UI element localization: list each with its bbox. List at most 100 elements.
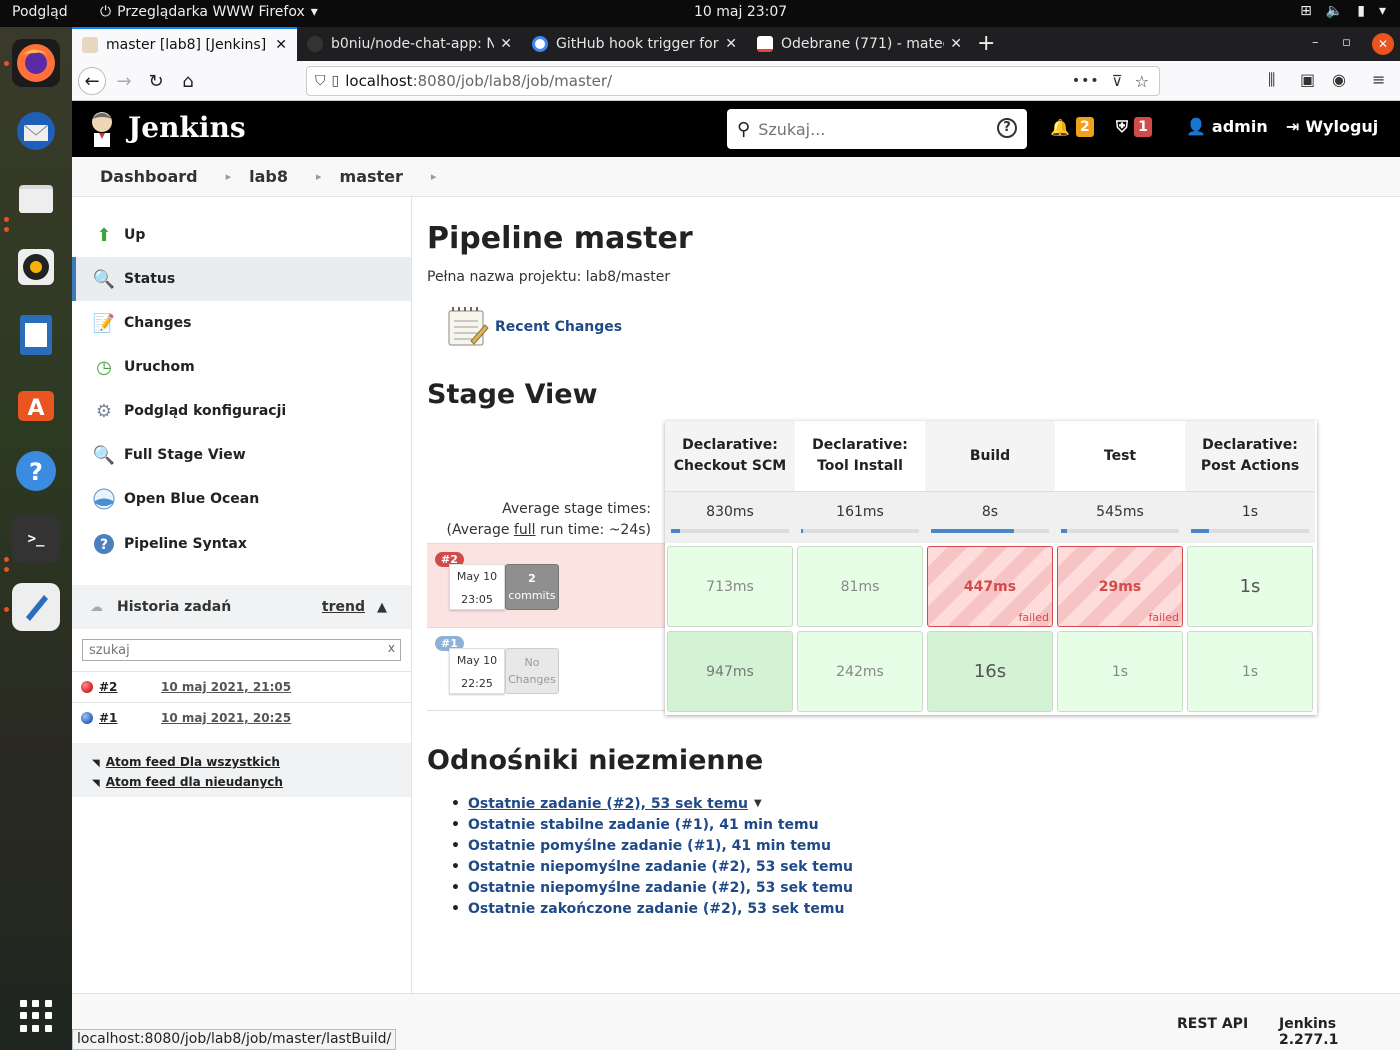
feed-all-link[interactable]: ◥ Atom feed Dla wszystkich <box>92 753 411 773</box>
new-tab-button[interactable]: + <box>977 31 995 56</box>
page-info-icon[interactable]: ▯ <box>332 73 340 89</box>
software-center-icon[interactable]: A <box>12 379 60 427</box>
permalink[interactable]: Ostatnie zadanie (#2), 53 sek temu <box>468 796 748 812</box>
text-editor-icon[interactable] <box>12 583 60 631</box>
app-menu[interactable]: ⏻ Przeglądarka WWW Firefox ▾ <box>100 4 318 20</box>
security-badge: 1 <box>1134 117 1153 137</box>
logout-button[interactable]: ⇥ Wyloguj <box>1286 117 1378 136</box>
close-icon[interactable]: ✕ <box>494 36 512 52</box>
pocket-icon[interactable]: ⊽ <box>1112 72 1123 90</box>
minimize-button[interactable]: – <box>1312 35 1319 50</box>
task-config[interactable]: ⚙ Podgląd konfiguracji <box>72 389 411 433</box>
run-row[interactable]: #2 May 10 23:05 2 commits <box>427 543 665 627</box>
system-clock[interactable]: 10 maj 23:07 <box>694 4 787 20</box>
search-input[interactable] <box>758 119 979 139</box>
breadcrumb-dashboard[interactable]: Dashboard <box>100 167 198 186</box>
chevron-right-icon[interactable]: ▸ <box>316 170 322 183</box>
thunderbird-icon[interactable] <box>12 107 60 155</box>
task-status[interactable]: 🔍 Status <box>72 257 411 301</box>
user-menu[interactable]: 👤 admin <box>1186 117 1268 136</box>
system-tray[interactable]: ⊞ 🔈 ▮ ▾ <box>1300 3 1386 19</box>
build-date-link[interactable]: 10 maj 2021, 20:25 <box>161 711 291 725</box>
back-button[interactable]: ← <box>78 67 106 95</box>
security-button[interactable]: ⛨ 1 <box>1116 117 1153 137</box>
account-icon[interactable]: ◉ <box>1332 70 1346 89</box>
chevron-right-icon[interactable]: ▸ <box>226 170 232 183</box>
permalink[interactable]: Ostatnie niepomyślne zadanie (#2), 53 se… <box>468 859 853 875</box>
files-icon[interactable] <box>12 175 60 223</box>
build-number-link[interactable]: #2 <box>99 680 161 694</box>
task-build-now[interactable]: ◷ Uruchom <box>72 345 411 389</box>
task-pipeline-syntax[interactable]: ? Pipeline Syntax <box>72 522 411 566</box>
task-blue-ocean[interactable]: Open Blue Ocean <box>72 477 411 521</box>
search-help-icon[interactable]: ? <box>997 118 1017 138</box>
hamburger-menu-icon[interactable]: ≡ <box>1372 70 1385 89</box>
firefox-icon[interactable] <box>12 39 60 87</box>
browser-tab[interactable]: master [lab8] [Jenkins] ✕ <box>72 27 297 61</box>
run-commits[interactable]: No Changes <box>505 648 559 694</box>
bookmark-star-icon[interactable]: ☆ <box>1135 72 1149 91</box>
close-icon[interactable]: ✕ <box>269 37 287 53</box>
reload-button[interactable]: ↻ <box>142 67 170 95</box>
permalink[interactable]: Ostatnie pomyślne zadanie (#1), 41 min t… <box>468 838 831 854</box>
shield-icon[interactable]: ⛉ <box>315 73 326 89</box>
feed-failed-link[interactable]: ◥ Atom feed dla nieudanych <box>92 773 411 793</box>
task-full-stage-view[interactable]: 🔍 Full Stage View <box>72 433 411 477</box>
close-icon[interactable]: ✕ <box>719 36 737 52</box>
permalink[interactable]: Ostatnie stabilne zadanie (#1), 41 min t… <box>468 817 819 833</box>
browser-tab[interactable]: Odebrane (771) - mateo7 ✕ <box>747 27 972 61</box>
chevron-up-icon[interactable]: ▲ <box>377 600 387 615</box>
task-up[interactable]: ⬆ Up <box>72 213 411 257</box>
recent-changes-link[interactable]: Recent Changes <box>495 319 622 335</box>
permalink[interactable]: Ostatnie niepomyślne zadanie (#2), 53 se… <box>468 880 853 896</box>
avg-run-full-link[interactable]: full <box>514 522 536 538</box>
jenkins-logo-icon[interactable] <box>86 109 118 149</box>
task-changes[interactable]: 📝 Changes <box>72 301 411 345</box>
browser-tab[interactable]: b0niu/node-chat-app: No ✕ <box>297 27 522 61</box>
run-row[interactable]: #1 May 10 22:25 No Changes <box>427 627 665 711</box>
maximize-button[interactable]: ▫ <box>1342 35 1351 50</box>
library-icon[interactable]: ⫼ <box>1268 70 1275 90</box>
rest-api-link[interactable]: REST API <box>1177 1016 1248 1032</box>
jenkins-version-link[interactable]: Jenkins 2.277.1 <box>1279 1016 1400 1048</box>
stage-cell[interactable]: 242ms <box>797 631 923 712</box>
home-button[interactable]: ⌂ <box>174 67 202 95</box>
show-apps-icon[interactable] <box>20 1000 52 1032</box>
failed-label: failed <box>1148 611 1179 624</box>
breadcrumb-master[interactable]: master <box>340 167 403 186</box>
chevron-down-icon[interactable]: ▼ <box>754 798 762 809</box>
forward-button[interactable]: → <box>110 67 138 95</box>
sidebar-toggle-icon[interactable]: ▣ <box>1300 70 1315 89</box>
run-commits[interactable]: 2 commits <box>505 564 559 610</box>
help-icon[interactable]: ? <box>12 447 60 495</box>
close-icon[interactable]: ✕ <box>944 36 962 52</box>
stage-cell[interactable]: 947ms <box>667 631 793 712</box>
stage-cell[interactable]: 713ms <box>667 546 793 627</box>
terminal-icon[interactable]: >_ <box>12 515 60 563</box>
chevron-right-icon[interactable]: ▸ <box>431 170 437 183</box>
stage-header: Test <box>1055 421 1185 491</box>
rhythmbox-icon[interactable] <box>12 243 60 291</box>
activities-label[interactable]: Podgląd <box>12 4 68 20</box>
permalink[interactable]: Ostatnie zakończone zadanie (#2), 53 sek… <box>468 901 845 917</box>
stage-cell[interactable]: 16s <box>927 631 1053 712</box>
browser-tab[interactable]: GitHub hook trigger for G ✕ <box>522 27 747 61</box>
stage-cell[interactable]: 81ms <box>797 546 923 627</box>
breadcrumb-lab8[interactable]: lab8 <box>249 167 288 186</box>
stage-cell[interactable]: 1s <box>1057 631 1183 712</box>
notifications-button[interactable]: 🔔 2 <box>1050 117 1094 137</box>
stage-cell[interactable]: 1s <box>1187 631 1313 712</box>
build-date-link[interactable]: 10 maj 2021, 21:05 <box>161 680 291 694</box>
stage-cell-failed[interactable]: 29ms failed <box>1057 546 1183 627</box>
build-filter-input[interactable] <box>83 640 373 660</box>
trend-link[interactable]: trend <box>322 599 365 615</box>
page-actions-icon[interactable]: ••• <box>1072 73 1100 89</box>
writer-icon[interactable] <box>12 311 60 359</box>
window-close-button[interactable]: ✕ <box>1372 33 1394 55</box>
url-bar[interactable]: ⛉ ▯ localhost:8080/job/lab8/job/master/ … <box>306 66 1160 96</box>
clear-icon[interactable]: x <box>388 641 395 655</box>
jenkins-brand[interactable]: Jenkins <box>128 111 246 144</box>
stage-cell-failed[interactable]: 447ms failed <box>927 546 1053 627</box>
stage-cell[interactable]: 1s <box>1187 546 1313 627</box>
build-number-link[interactable]: #1 <box>99 711 161 725</box>
